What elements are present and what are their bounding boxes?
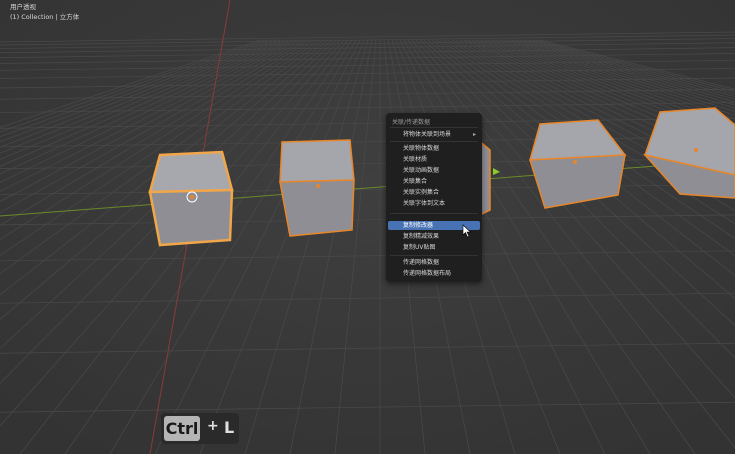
menu-item-label: 关联物体数据 — [403, 145, 440, 152]
menu-item-label: 关联字体到文本 — [403, 200, 446, 207]
submenu-arrow-icon: ▸ — [472, 131, 476, 138]
l-key: L — [224, 418, 235, 437]
menu-item-copy-uv-maps[interactable]: 复制UV贴图 — [388, 243, 480, 252]
menu-item-transfer-mesh-data[interactable]: 传递网格数据 — [388, 258, 480, 267]
menu-item-label: 复制UV贴图 — [403, 244, 436, 251]
keyboard-shortcut-overlay: Ctrl + L — [161, 413, 239, 444]
menu-item-label: 将物体关联到场景 — [403, 131, 452, 138]
menu-separator — [390, 141, 478, 142]
menu-item-transfer-mesh-data-layout[interactable]: 传递网格数据布局 — [388, 269, 480, 278]
menu-item-label: 传递网格数据布局 — [403, 270, 452, 277]
collection-label: (1) Collection | 立方体 — [10, 13, 80, 21]
menu-item-label: 关联集合 — [403, 178, 428, 185]
menu-item-link-materials[interactable]: 关联材质 — [388, 155, 480, 164]
menu-item-link-object-data[interactable]: 关联物体数据 — [388, 144, 480, 153]
menu-item-label: 关联实例集合 — [403, 189, 440, 196]
plus-sign: + — [207, 418, 219, 434]
menu-separator — [390, 213, 478, 214]
menu-item-label: 关联动画数据 — [403, 167, 440, 174]
cube-active[interactable] — [148, 150, 234, 247]
menu-item-label: 关联材质 — [403, 156, 428, 163]
menu-item-link-collections[interactable]: 关联集合 — [388, 177, 480, 186]
menu-item-link-instance-collections[interactable]: 关联实例集合 — [388, 188, 480, 197]
3d-viewport[interactable] — [0, 0, 735, 454]
ctrl-key: Ctrl — [164, 416, 200, 441]
mouse-pointer-icon — [462, 224, 472, 238]
cube-selected[interactable] — [279, 139, 355, 237]
menu-item-label: 传递网格数据 — [403, 259, 440, 266]
menu-item-link-animation-data[interactable]: 关联动画数据 — [388, 166, 480, 175]
menu-item-link-fonts-to-text[interactable]: 关联字体到文本 — [388, 199, 480, 208]
menu-separator — [390, 127, 478, 128]
link-transfer-data-menu: 关联/传递数据 将物体关联到场景 ▸ 关联物体数据 关联材质 关联动画数据 关联… — [386, 113, 482, 282]
menu-title: 关联/传递数据 — [392, 119, 431, 126]
menu-item-label: 复制修改器 — [403, 222, 434, 229]
menu-item-link-objects-to-scene[interactable]: 将物体关联到场景 ▸ — [388, 130, 480, 139]
menu-item-label: 复制精减效果 — [403, 233, 440, 240]
menu-separator — [390, 255, 478, 256]
view-name-label: 用户透视 — [10, 3, 36, 11]
